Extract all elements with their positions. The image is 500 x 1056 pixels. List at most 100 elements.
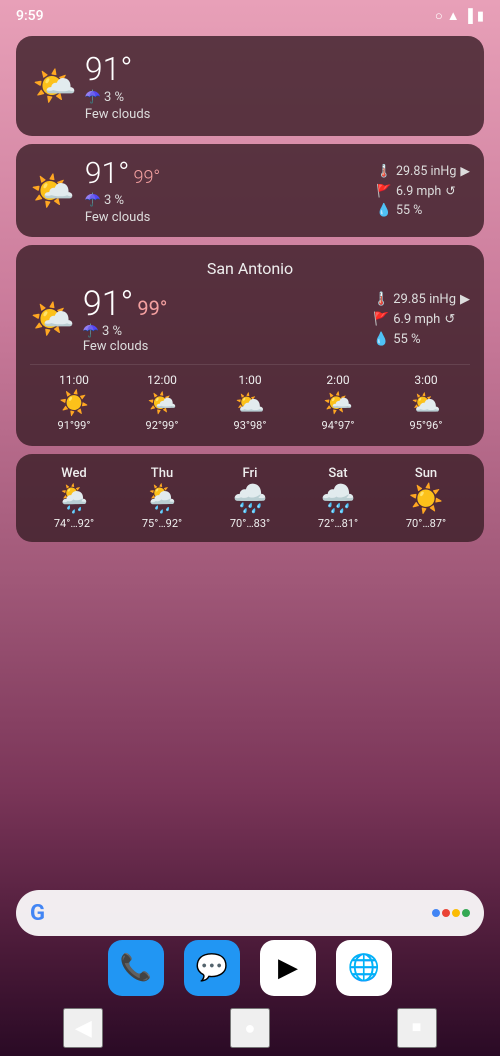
- widget3-humidity-row: 💧 55 %: [373, 332, 470, 347]
- hourly-forecast: 11:00 ☀️ 91°99° 12:00 🌤️ 92°99° 1:00 ⛅ 9…: [30, 364, 470, 432]
- widget2-humidity-row: 💧 55 %: [376, 203, 470, 218]
- widget3-city: San Antonio: [30, 259, 470, 278]
- hour-time-2: 1:00: [238, 373, 261, 387]
- chrome-app-icon[interactable]: 🌐: [336, 940, 392, 996]
- widget3-temp-row: 91° 99°: [83, 284, 168, 324]
- widget1-temp: 91°: [85, 50, 151, 88]
- hour-icon-3: 🌤️: [323, 391, 353, 415]
- chrome-icon: 🌐: [348, 953, 380, 983]
- widget3-main-weather: 91° 99° ☂️ 3 % Few clouds: [83, 284, 168, 354]
- status-time: 9:59: [16, 8, 44, 24]
- widget1-condition: Few clouds: [85, 107, 151, 122]
- wind-flag-icon-2: 🚩: [376, 184, 392, 199]
- day-item-fri: Fri 🌧️ 70°…83°: [230, 466, 270, 530]
- hour-item-1: 12:00 🌤️ 92°99°: [146, 373, 179, 432]
- widget-small[interactable]: 🌤️ 91° ☂️ 3 % Few clouds: [16, 36, 484, 136]
- widget2-right: 🌡️ 29.85 inHg ▶ 🚩 6.9 mph ↺ 💧 55 %: [376, 163, 470, 218]
- home-icon: ●: [245, 1018, 256, 1039]
- day-icon-fri: 🌧️: [233, 485, 268, 513]
- day-icon-sun: ☀️: [409, 485, 444, 513]
- day-item-wed: Wed 🌦️ 74°…92°: [54, 466, 94, 530]
- day-temps-fri: 70°…83°: [230, 517, 270, 530]
- hour-item-2: 1:00 ⛅ 93°98°: [234, 373, 267, 432]
- hour-temps-2: 93°98°: [234, 419, 267, 432]
- day-name-sat: Sat: [328, 466, 347, 481]
- drop-icon-3: 💧: [373, 332, 389, 347]
- status-icons: ○ ▲ ▐ ▮: [435, 8, 484, 24]
- widget2-temp-row: 91° 99°: [85, 156, 160, 191]
- day-name-sun: Sun: [415, 466, 437, 481]
- hour-icon-2: ⛅: [235, 391, 265, 415]
- widget2-left: 91° 99° ☂️ 3 % Few clouds: [85, 156, 160, 225]
- widget1-details: 91° ☂️ 3 % Few clouds: [85, 50, 151, 122]
- day-icon-thu: 🌦️: [145, 485, 180, 513]
- nav-bar: ◀ ● ■: [0, 1004, 500, 1056]
- signal-icon: ▐: [464, 8, 473, 24]
- app-dock: 📞 💬 ▶ 🌐: [108, 940, 392, 996]
- hour-time-4: 3:00: [414, 373, 437, 387]
- recents-button[interactable]: ■: [397, 1008, 437, 1048]
- play-store-app-icon[interactable]: ▶: [260, 940, 316, 996]
- widget2-wind-row: 🚩 6.9 mph ↺: [376, 183, 470, 199]
- wifi-icon: ▲: [447, 8, 460, 24]
- widget2-wind: 6.9 mph: [396, 184, 441, 199]
- back-icon: ◀: [75, 1015, 92, 1041]
- sun-cloud-icon-1: 🌤️: [32, 65, 77, 107]
- day-icon-wed: 🌦️: [57, 485, 92, 513]
- widget3-humidity: 55 %: [393, 332, 420, 347]
- day-temps-wed: 74°…92°: [54, 517, 94, 530]
- hour-time-1: 12:00: [147, 373, 177, 387]
- widget3-precip: ☂️ 3 %: [83, 324, 122, 339]
- widget3-weather-main: 🌤️ 91° 99° ☂️ 3 % Few clouds: [30, 284, 167, 354]
- pressure-icon-3: 🌡️: [373, 292, 389, 307]
- widget3-wind: 6.9 mph: [393, 312, 440, 327]
- day-name-fri: Fri: [243, 466, 258, 481]
- umbrella-icon-2: ☂️: [85, 193, 101, 208]
- home-button[interactable]: ●: [230, 1008, 270, 1048]
- widget2-condition: Few clouds: [85, 210, 160, 225]
- status-bar: 9:59 ○ ▲ ▐ ▮: [0, 0, 500, 28]
- messages-icon: 💬: [196, 953, 228, 983]
- day-name-thu: Thu: [151, 466, 173, 481]
- widget2-humidity: 55 %: [396, 203, 422, 218]
- arrow-icon-3: ▶: [460, 292, 470, 307]
- widget2-temp-lo: 99°: [133, 167, 160, 188]
- hour-temps-0: 91°99°: [58, 419, 91, 432]
- day-temps-thu: 75°…92°: [142, 517, 182, 530]
- arrow-right-icon-2: ▶: [460, 163, 470, 179]
- wind-arrow-icon-2: ↺: [445, 183, 455, 199]
- pressure-icon-2: 🌡️: [376, 164, 392, 179]
- search-bar[interactable]: G: [16, 890, 484, 936]
- phone-icon: 📞: [120, 953, 152, 983]
- day-name-wed: Wed: [61, 466, 87, 481]
- day-temps-sun: 70°…87°: [406, 517, 446, 530]
- widget3-pressure-row: 🌡️ 29.85 inHg ▶: [373, 292, 470, 307]
- google-icon: G: [30, 901, 45, 926]
- day-icon-sat: 🌧️: [321, 485, 356, 513]
- battery-icon: ▮: [477, 9, 484, 24]
- widget2-precip: ☂️ 3 %: [85, 193, 160, 208]
- widget-large[interactable]: San Antonio 🌤️ 91° 99° ☂️ 3 % Few clouds…: [16, 245, 484, 446]
- google-mic-dots: [432, 909, 470, 917]
- widget2-icon: 🌤️: [30, 173, 75, 209]
- hour-icon-4: ⛅: [411, 391, 441, 415]
- day-item-sun: Sun ☀️ 70°…87°: [406, 466, 446, 530]
- recents-icon: ■: [412, 1019, 422, 1037]
- phone-app-icon[interactable]: 📞: [108, 940, 164, 996]
- widget-medium[interactable]: 🌤️ 91° 99° ☂️ 3 % Few clouds 🌡️ 29.85 in…: [16, 144, 484, 237]
- circle-icon: ○: [435, 8, 443, 24]
- messages-app-icon[interactable]: 💬: [184, 940, 240, 996]
- hour-temps-4: 95°96°: [410, 419, 443, 432]
- widget3-wind-row: 🚩 6.9 mph ↺: [373, 312, 470, 327]
- back-button[interactable]: ◀: [63, 1008, 103, 1048]
- widget2-temp-hi: 91°: [85, 156, 130, 191]
- widget3-temp-lo: 99°: [137, 296, 167, 320]
- widget-daily[interactable]: Wed 🌦️ 74°…92° Thu 🌦️ 75°…92° Fri 🌧️ 70°…: [16, 454, 484, 542]
- drop-icon-2: 💧: [376, 203, 392, 218]
- wind-arrow-icon-3: ↺: [444, 312, 455, 327]
- widget2-pressure: 29.85 inHg: [396, 164, 456, 179]
- hour-time-3: 2:00: [326, 373, 349, 387]
- hour-temps-1: 92°99°: [146, 419, 179, 432]
- widget3-pressure: 29.85 inHg: [393, 292, 456, 307]
- hour-temps-3: 94°97°: [322, 419, 355, 432]
